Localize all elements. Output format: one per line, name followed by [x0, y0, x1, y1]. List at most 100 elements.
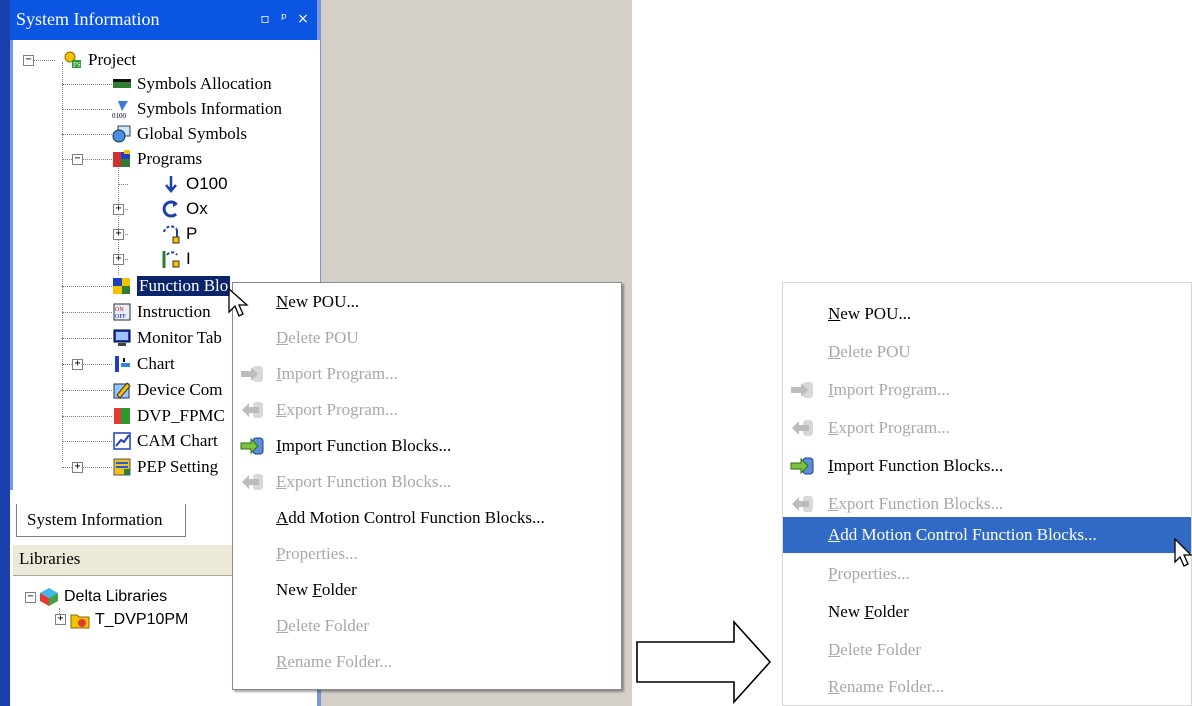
panel-titlebar: System Information ▫ ᵖ ×	[10, 0, 317, 40]
menu-item-new-folder[interactable]: New Folder	[233, 573, 621, 607]
tree-item-global-symbols[interactable]: Global Symbols	[112, 123, 247, 145]
expand-icon[interactable]: +	[72, 462, 83, 473]
programs-icon	[113, 150, 130, 167]
menu-label: Delete Folder	[276, 616, 369, 635]
monitor-table-icon	[113, 329, 131, 346]
collapse-icon[interactable]: −	[72, 154, 83, 165]
menu-label: Export Program...	[828, 418, 950, 437]
library-item-t-dvp10pm[interactable]: T_DVP10PM	[70, 609, 188, 631]
menu-label: Import Function Blocks...	[276, 436, 452, 455]
export-icon	[242, 402, 263, 418]
transition-arrow-icon	[636, 620, 772, 704]
instruction-icon: ONOFF	[113, 303, 131, 321]
window-frame	[0, 0, 10, 706]
folder-library-icon	[70, 614, 90, 629]
tree-item-o100[interactable]: O100	[161, 173, 228, 195]
expand-icon[interactable]: +	[113, 254, 124, 265]
menu-item-rename-folder[interactable]: Rename Folder...	[783, 669, 1191, 705]
tree-item-pep-setting[interactable]: PEP Setting	[112, 456, 218, 478]
expand-icon[interactable]: +	[72, 359, 83, 370]
panel-title: System Information	[16, 9, 160, 29]
tree-item-project[interactable]: PS Project	[63, 49, 136, 71]
menu-item-import-function-blocks[interactable]: Import Function Blocks...	[783, 447, 1191, 485]
menu-item-import-function-blocks[interactable]: Import Function Blocks...	[233, 429, 621, 463]
context-menu: New POU... Delete POU Import Program... …	[232, 282, 622, 690]
menu-item-export-program[interactable]: Export Program...	[783, 409, 1191, 447]
expand-icon[interactable]: +	[113, 204, 124, 215]
svg-text:ON: ON	[115, 307, 124, 313]
menu-label: Properties...	[828, 564, 910, 583]
expand-icon[interactable]: +	[55, 614, 66, 625]
menu-label: Delete POU	[828, 342, 911, 361]
menu-item-new-folder[interactable]: New Folder	[783, 593, 1191, 631]
import-icon	[790, 457, 814, 475]
device-comment-icon	[113, 382, 131, 399]
import-icon	[791, 382, 813, 398]
menu-label: Properties...	[276, 544, 358, 563]
tree-item-chart[interactable]: Chart	[112, 353, 175, 375]
menu-item-add-motion-control-function-blocks[interactable]: Add Motion Control Function Blocks...	[233, 501, 621, 535]
menu-item-properties[interactable]: Properties...	[233, 537, 621, 571]
tree-item-device-comment[interactable]: Device Com	[112, 379, 222, 401]
tree-item-i[interactable]: I	[161, 248, 191, 270]
tree-item-ox[interactable]: Ox	[161, 198, 208, 220]
tree-item-programs[interactable]: Programs	[112, 148, 202, 170]
menu-item-export-function-blocks[interactable]: Export Function Blocks...	[233, 465, 621, 499]
menu-item-delete-pou[interactable]: Delete POU	[233, 321, 621, 355]
menu-label: Import Program...	[276, 364, 398, 383]
tree-item-monitor-table[interactable]: Monitor Tab	[112, 327, 222, 349]
tree-item-cam-chart[interactable]: CAM Chart	[112, 430, 218, 452]
menu-item-delete-folder[interactable]: Delete Folder	[233, 609, 621, 643]
float-icon[interactable]: ▫	[258, 12, 272, 26]
menu-item-import-program[interactable]: Import Program...	[233, 357, 621, 391]
menu-label: New Folder	[828, 602, 909, 621]
menu-label: Export Program...	[276, 400, 398, 419]
svg-text:0100: 0100	[112, 112, 127, 119]
menu-item-delete-pou[interactable]: Delete POU	[783, 333, 1191, 371]
collapse-icon[interactable]: −	[25, 592, 36, 603]
svg-text:OFF: OFF	[115, 314, 127, 320]
pin-icon[interactable]: ᵖ	[277, 12, 291, 26]
menu-label: New POU...	[828, 304, 912, 323]
collapse-icon[interactable]: −	[23, 55, 34, 66]
close-icon[interactable]: ×	[296, 12, 310, 26]
dvp-fpmc-icon	[114, 408, 130, 424]
mouse-cursor-icon	[228, 288, 249, 317]
menu-item-rename-folder[interactable]: Rename Folder...	[233, 645, 621, 679]
menu-item-import-program[interactable]: Import Program...	[783, 371, 1191, 409]
function-blocks-icon	[113, 278, 130, 294]
menu-label: Add Motion Control Function Blocks...	[828, 525, 1097, 544]
interrupt-icon	[162, 251, 180, 268]
menu-item-export-program[interactable]: Export Program...	[233, 393, 621, 427]
tab-system-information[interactable]: System Information	[16, 504, 186, 537]
arrow-down-icon	[165, 176, 177, 193]
tree-item-dvp-fpmc[interactable]: DVP_FPMC	[112, 405, 225, 427]
project-icon: PS	[64, 51, 81, 69]
tree-item-symbols-allocation[interactable]: Symbols Allocation	[112, 73, 272, 95]
expand-icon[interactable]: +	[113, 229, 124, 240]
export-icon	[792, 420, 813, 436]
tree-item-symbols-information[interactable]: 0100 Symbols Information	[112, 98, 282, 120]
menu-item-new-pou[interactable]: New POU...	[783, 295, 1191, 333]
tree-item-function-blocks[interactable]: Function Blo	[112, 275, 231, 297]
menu-item-properties[interactable]: Properties...	[783, 555, 1191, 593]
tree-item-p[interactable]: P	[161, 223, 197, 245]
mouse-cursor-icon	[1174, 538, 1192, 567]
menu-label: Delete Folder	[828, 640, 921, 659]
tree-item-instruction[interactable]: ON OFF Instruction	[112, 301, 211, 323]
menu-label: New POU...	[276, 292, 360, 311]
export-icon	[792, 496, 813, 512]
chart-icon	[115, 356, 130, 372]
menu-label: Rename Folder...	[828, 677, 945, 696]
menu-item-delete-folder[interactable]: Delete Folder	[783, 631, 1191, 669]
menu-item-add-motion-control-function-blocks[interactable]: Add Motion Control Function Blocks...	[783, 517, 1191, 553]
delta-libraries-icon	[40, 588, 58, 606]
symbols-information-icon: 0100	[112, 101, 128, 119]
menu-item-new-pou[interactable]: New POU...	[233, 285, 621, 319]
library-item-delta[interactable]: Delta Libraries	[39, 586, 167, 608]
menu-label: Add Motion Control Function Blocks...	[276, 508, 545, 527]
menu-label: Import Function Blocks...	[828, 456, 1004, 475]
import-icon	[241, 366, 263, 382]
menu-label: Delete POU	[276, 328, 359, 347]
menu-label: Rename Folder...	[276, 652, 393, 671]
